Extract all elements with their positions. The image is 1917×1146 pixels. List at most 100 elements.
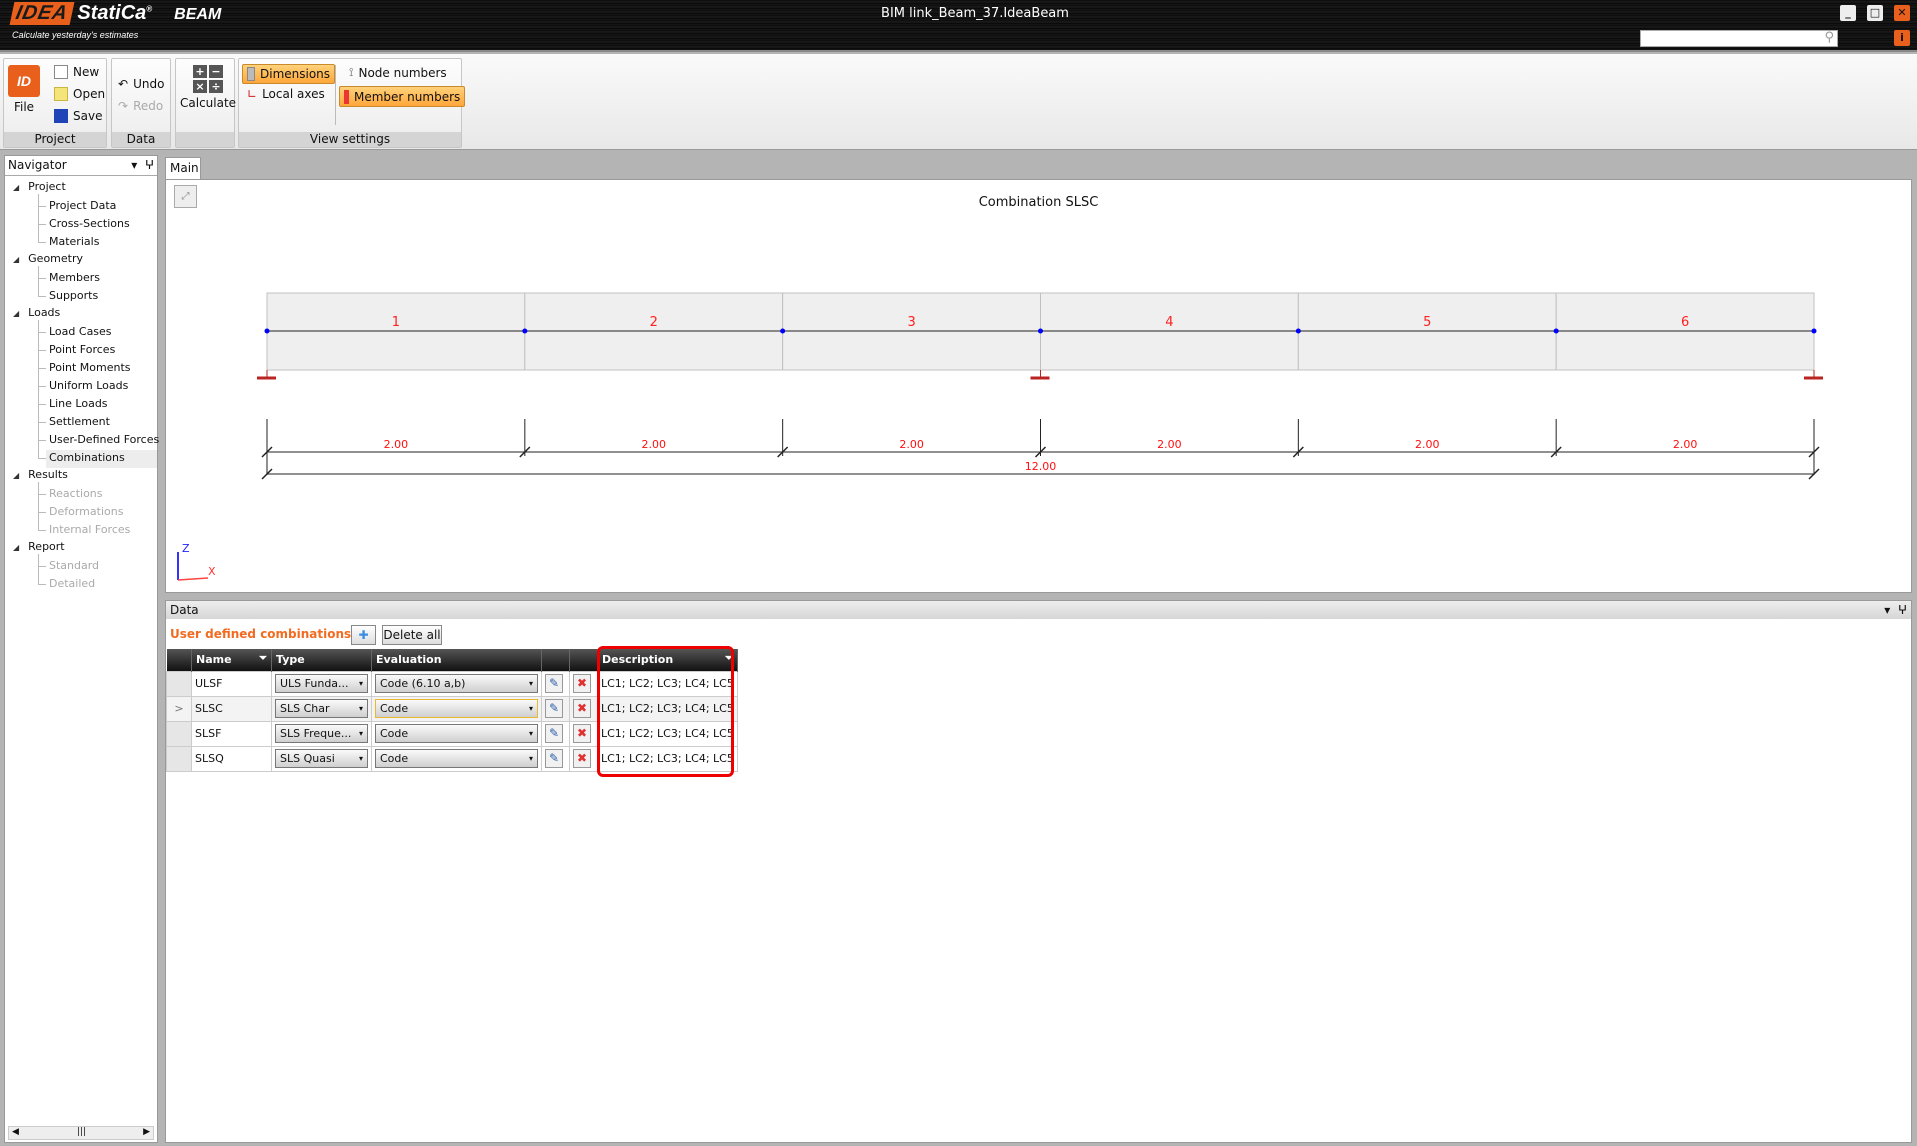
beam-view[interactable]: ⤢ Combination SLSC 1 2.00 2 2.00 3 2.00 4 2.00 5… <box>165 179 1912 593</box>
tree-item[interactable]: Detailed <box>49 576 95 594</box>
tree-item[interactable]: Internal Forces <box>49 522 130 540</box>
tree-item[interactable]: User-Defined Forces <box>49 432 159 450</box>
scroll-right-icon[interactable]: ▶ <box>143 1127 150 1137</box>
delete-cell[interactable]: ✖ <box>569 745 598 772</box>
undo-button[interactable]: ↶ Undo <box>118 77 164 91</box>
edit-pencil-icon[interactable]: ✎ <box>545 699 563 718</box>
scroll-thumb[interactable]: ||| <box>77 1127 86 1137</box>
name-cell[interactable]: SLSC <box>191 695 272 722</box>
name-cell[interactable]: SLSQ <box>191 745 272 772</box>
delete-cell[interactable]: ✖ <box>569 695 598 722</box>
delete-cell[interactable]: ✖ <box>569 720 598 747</box>
tree-category[interactable]: Geometry <box>13 252 83 265</box>
row-header[interactable] <box>166 745 192 772</box>
delete-x-icon[interactable]: ✖ <box>573 724 591 743</box>
dimensions-toggle[interactable]: Dimensions <box>242 64 336 84</box>
evaluation-dropdown[interactable]: Code <box>375 724 538 743</box>
add-combination-button[interactable]: ✚ <box>351 625 376 645</box>
evaluation-dropdown[interactable]: Code <box>375 749 538 768</box>
info-button[interactable]: i <box>1894 30 1910 46</box>
tree-item[interactable]: Cross-Sections <box>49 216 130 234</box>
navigator-scrollbar[interactable]: ◀ ||| ▶ <box>8 1126 154 1140</box>
type-cell[interactable]: ULS Funda... <box>271 670 372 697</box>
save-button[interactable]: Save <box>54 109 102 123</box>
evaluation-dropdown[interactable]: Code <box>375 699 538 718</box>
row-header[interactable]: > <box>166 695 192 722</box>
tab-main[interactable]: Main <box>165 157 201 179</box>
evaluation-cell[interactable]: Code (6.10 a,b) <box>371 670 542 697</box>
delete-x-icon[interactable]: ✖ <box>573 749 591 768</box>
edit-cell[interactable]: ✎ <box>541 745 570 772</box>
tree-category[interactable]: Results <box>13 468 68 481</box>
maximize-button[interactable]: □ <box>1867 5 1883 21</box>
delete-all-button[interactable]: Delete all <box>382 625 442 645</box>
delete-x-icon[interactable]: ✖ <box>573 674 591 693</box>
edit-pencil-icon[interactable]: ✎ <box>545 749 563 768</box>
tree-connector <box>38 584 46 585</box>
tree-item[interactable]: Reactions <box>49 486 103 504</box>
tree-item[interactable]: Combinations <box>46 450 157 468</box>
node-numbers-toggle[interactable]: ⟟ Node numbers <box>349 65 447 80</box>
type-dropdown[interactable]: ULS Funda... <box>275 674 368 693</box>
tree-item[interactable]: Point Moments <box>49 360 131 378</box>
description-highlight <box>597 646 734 777</box>
edit-cell[interactable]: ✎ <box>541 695 570 722</box>
type-dropdown[interactable]: SLS Freque... <box>275 724 368 743</box>
tree-item[interactable]: Load Cases <box>49 324 112 342</box>
tree-category[interactable]: Project <box>13 180 66 193</box>
tree-item[interactable]: Deformations <box>49 504 123 522</box>
tree-category[interactable]: Loads <box>13 306 60 319</box>
type-dropdown[interactable]: SLS Quasi <box>275 749 368 768</box>
dropdown-icon[interactable]: ▾ <box>1884 603 1890 617</box>
calculate-button[interactable]: + − × ÷ Calculate <box>180 65 236 110</box>
edit-cell[interactable]: ✎ <box>541 670 570 697</box>
delete-cell[interactable]: ✖ <box>569 670 598 697</box>
tree-connector <box>38 458 46 459</box>
tree-item[interactable]: Uniform Loads <box>49 378 128 396</box>
pin-icon[interactable]: ⵖ <box>145 158 154 172</box>
evaluation-cell[interactable]: Code <box>371 745 542 772</box>
tree-item[interactable]: Project Data <box>49 198 116 216</box>
row-header[interactable] <box>166 720 192 747</box>
tree-item[interactable]: Materials <box>49 234 99 252</box>
evaluation-dropdown[interactable]: Code (6.10 a,b) <box>375 674 538 693</box>
tree-item[interactable]: Line Loads <box>49 396 108 414</box>
tree-category[interactable]: Report <box>13 540 64 553</box>
file-button[interactable]: ID File <box>8 65 40 114</box>
close-button[interactable]: ✕ <box>1894 5 1910 21</box>
pin-icon[interactable]: ⵖ <box>1898 603 1907 617</box>
dropdown-icon[interactable]: ▾ <box>131 158 137 172</box>
scroll-left-icon[interactable]: ◀ <box>12 1127 19 1137</box>
type-cell[interactable]: SLS Char <box>271 695 372 722</box>
tree-item[interactable]: Standard <box>49 558 99 576</box>
member-numbers-toggle[interactable]: Member numbers <box>339 86 466 107</box>
type-dropdown[interactable]: SLS Char <box>275 699 368 718</box>
name-cell[interactable]: ULSF <box>191 670 272 697</box>
local-axes-toggle[interactable]: ∟ Local axes <box>247 87 325 101</box>
tree-item[interactable]: Point Forces <box>49 342 115 360</box>
evaluation-cell[interactable]: Code <box>371 720 542 747</box>
name-cell[interactable]: SLSF <box>191 720 272 747</box>
minimize-button[interactable]: _ <box>1840 5 1856 21</box>
type-cell[interactable]: SLS Freque... <box>271 720 372 747</box>
column-name[interactable]: Name ⏷ <box>191 649 272 671</box>
column-evaluation[interactable]: Evaluation <box>371 649 542 671</box>
column-type[interactable]: Type <box>271 649 372 671</box>
edit-pencil-icon[interactable]: ✎ <box>545 724 563 743</box>
row-header[interactable] <box>166 670 192 697</box>
open-button[interactable]: Open <box>54 87 105 101</box>
delete-x-icon[interactable]: ✖ <box>573 699 591 718</box>
tree-item[interactable]: Supports <box>49 288 98 306</box>
search-input[interactable]: ⚲ <box>1640 30 1838 47</box>
tree-item[interactable]: Settlement <box>49 414 110 432</box>
filter-icon[interactable]: ⏷ <box>259 653 267 664</box>
tree-item[interactable]: Members <box>49 270 100 288</box>
edit-pencil-icon[interactable]: ✎ <box>545 674 563 693</box>
redo-button[interactable]: ↷ Redo <box>118 99 163 113</box>
edit-cell[interactable]: ✎ <box>541 720 570 747</box>
dimension-label: 2.00 <box>642 438 667 451</box>
evaluation-cell[interactable]: Code <box>371 695 542 722</box>
tree-connector <box>38 530 46 531</box>
type-cell[interactable]: SLS Quasi <box>271 745 372 772</box>
new-button[interactable]: New <box>54 65 99 79</box>
